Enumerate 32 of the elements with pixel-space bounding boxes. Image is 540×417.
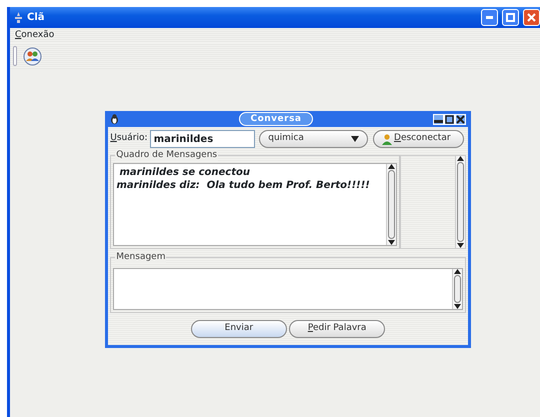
minimize-icon	[434, 120, 443, 123]
disconnect-button[interactable]: Desconectar	[372, 130, 464, 148]
close-button[interactable]	[454, 114, 466, 124]
menu-item[interactable]: Conexão	[15, 28, 54, 42]
scrollbar[interactable]	[452, 269, 462, 309]
send-button[interactable]: Enviar	[190, 320, 287, 338]
maximize-icon	[506, 13, 515, 22]
minimize-icon	[486, 16, 493, 19]
scrollbar[interactable]	[386, 164, 396, 245]
group-label: Quadro de Mensagens	[115, 150, 218, 161]
scrollbar[interactable]	[454, 156, 465, 248]
close-icon	[527, 13, 536, 22]
toolbar-grip[interactable]	[13, 46, 17, 66]
message-line: marinildes diz: Ola tudo bem Prof. Berto!!!!!	[116, 179, 371, 192]
room-dropdown[interactable]: quimica	[259, 130, 368, 148]
maximize-icon	[444, 114, 454, 124]
close-icon	[456, 114, 465, 124]
dialog-title: Conversa	[239, 112, 313, 126]
message-line: marinildes se conectou	[118, 166, 251, 180]
dropdown-arrow-icon	[351, 136, 360, 142]
users-icon[interactable]	[23, 46, 42, 66]
user-field[interactable]: marinildes	[150, 130, 255, 148]
message-input[interactable]	[113, 268, 463, 310]
window-title: Clã	[27, 11, 45, 25]
group-label: Mensagem	[115, 252, 166, 263]
penguin-icon	[110, 114, 119, 124]
user-label: Usuário:	[110, 132, 148, 146]
app-icon	[14, 12, 23, 23]
minimize-button[interactable]	[432, 114, 444, 124]
user-icon	[382, 134, 392, 144]
maximize-button[interactable]	[444, 114, 455, 124]
request-turn-button[interactable]: Pedir Palavra	[289, 320, 386, 338]
